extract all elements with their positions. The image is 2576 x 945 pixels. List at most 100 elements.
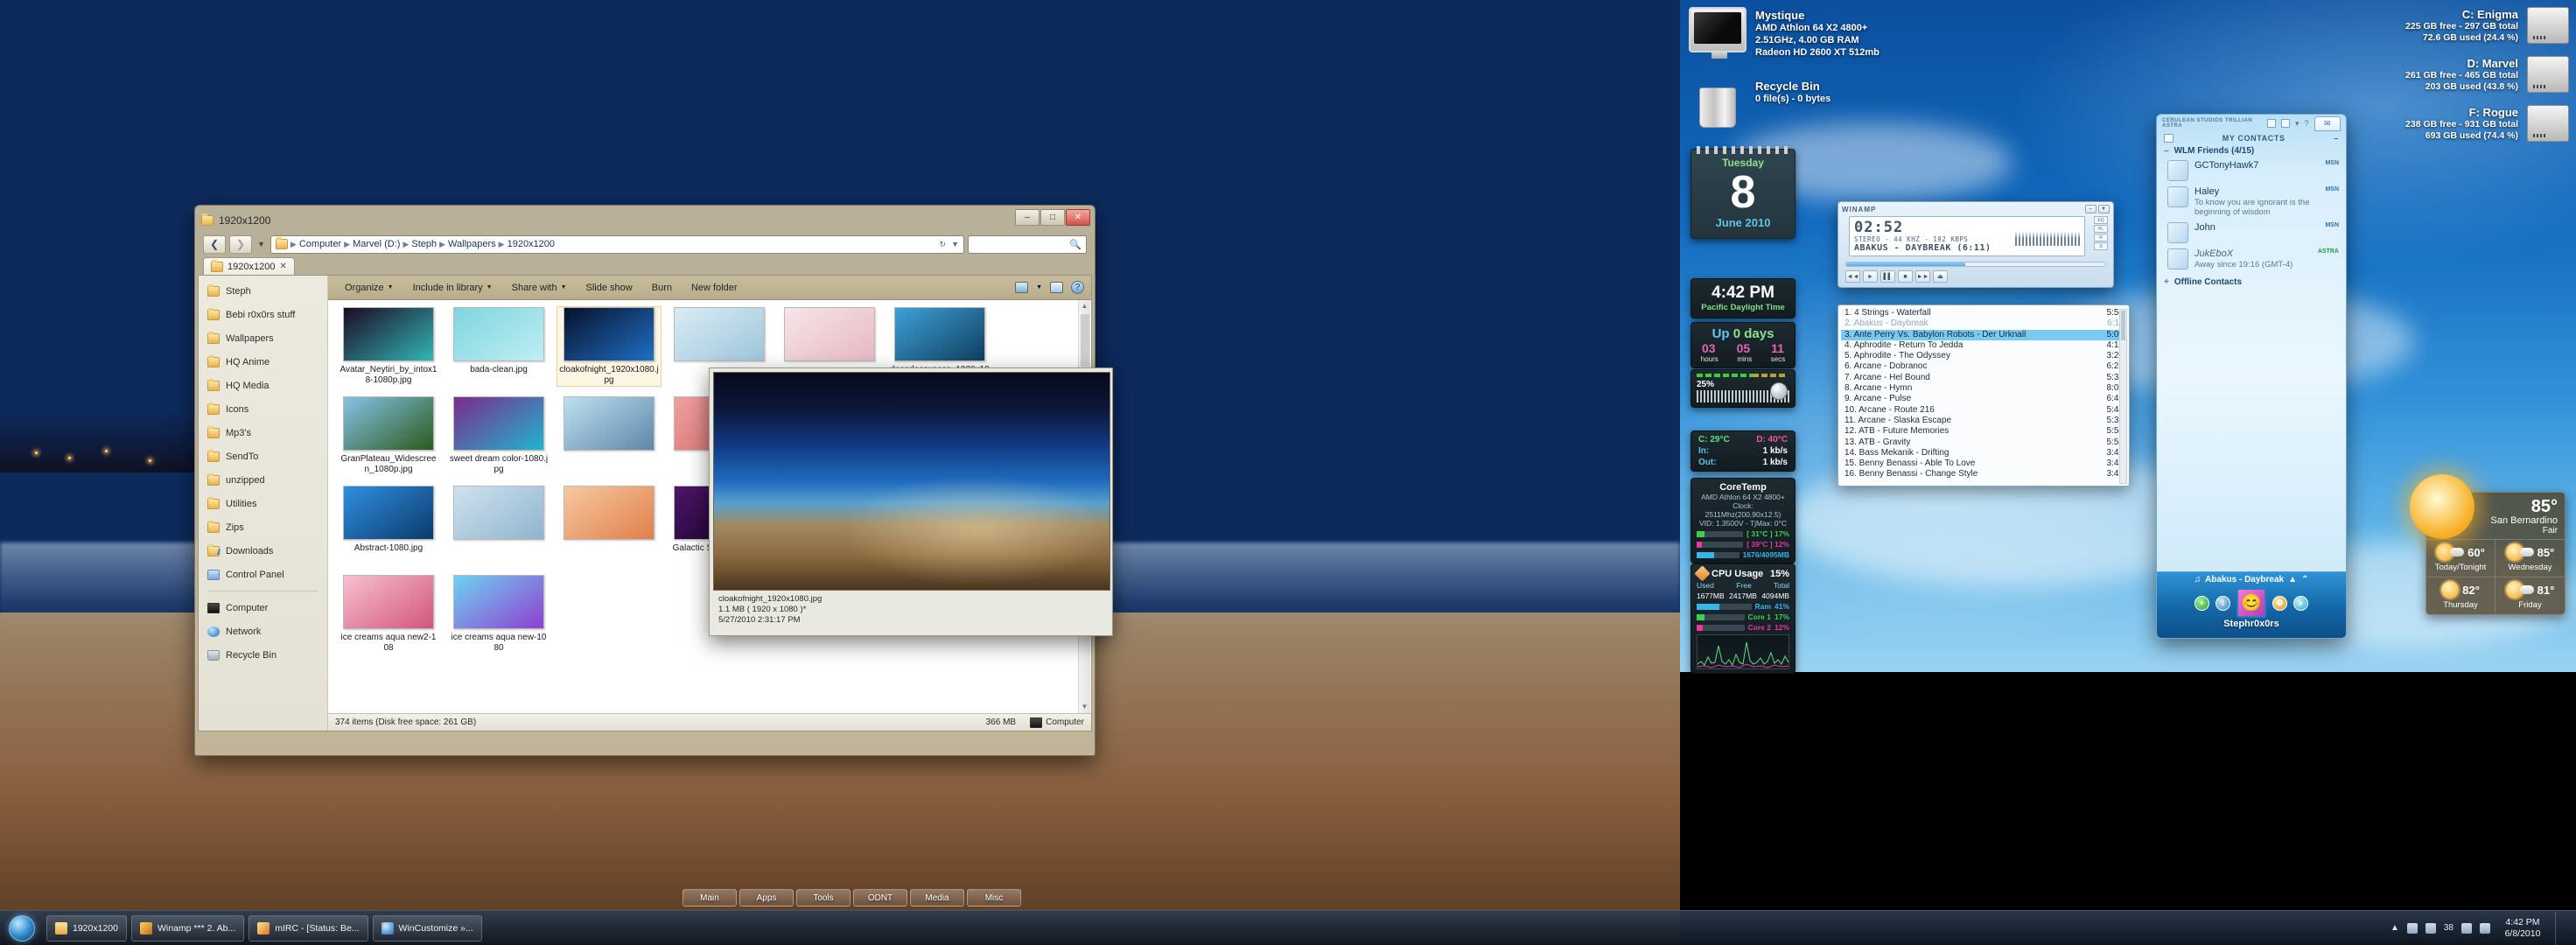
sidebar-item-utilities[interactable]: Utilities [199,492,327,515]
winamp-playlist-window[interactable]: 1. 4 Strings - Waterfall 5:58 2. Abakus - … [1838,304,2130,486]
maximize-button[interactable]: □ [1040,209,1065,226]
taskbar-task[interactable]: mIRC - [Status: Be... [248,914,368,942]
playlist-scrollbar[interactable] [2119,309,2127,484]
sidebar-item-computer[interactable]: Computer [199,596,327,620]
winamp-repeat-button[interactable]: R [2094,234,2108,242]
breadcrumb-item-3[interactable]: Wallpapers [448,239,496,249]
trillian-toolbar[interactable]: CERULEAN STUDIOS TRILLIAN ASTRA ▾ ? ✉ [2157,115,2346,132]
taskbar-task-list[interactable]: 1920x1200 Winamp *** 2. Ab... mIRC - [Stat… [42,914,482,942]
dock-button-main[interactable]: Main [682,889,737,906]
trillian-messenger-window[interactable]: CERULEAN STUDIOS TRILLIAN ASTRA ▾ ? ✉ MY… [2156,114,2347,639]
dock-button-media[interactable]: Media [910,889,964,906]
file-thumbnail[interactable] [453,575,544,629]
winamp-pause-button[interactable]: ▌▌ [1880,270,1895,283]
toolbar-new-folder-button[interactable]: New folder [682,276,747,300]
avatar[interactable]: 😊 [2236,588,2266,618]
dock-button-apps[interactable]: Apps [739,889,794,906]
dock-button-misc[interactable]: Misc [967,889,1021,906]
scroll-up-icon[interactable]: ▲ [1079,300,1090,312]
scroll-down-icon[interactable]: ▼ [1079,701,1090,713]
playlist-row[interactable]: 12. ATB - Future Memories 5:58 [1841,426,2127,437]
desktop-dock[interactable]: Main Apps Tools ODNT Media Misc [682,889,1021,906]
winamp-transport-controls[interactable]: ◄◄ ► ▌▌ ■ ►► ⏏ [1838,269,2113,287]
file-thumbnail[interactable] [564,396,654,451]
grid-view-icon[interactable] [2281,119,2291,128]
toolbar-share-with-button[interactable]: Share with ▼ [502,276,577,300]
show-hidden-icons-chevron-up-icon[interactable]: ▲ [2390,923,2399,933]
file-thumbnail[interactable] [453,486,544,540]
contact-group-offline[interactable]: + Offline Contacts [2157,276,2346,289]
winamp-side-buttons[interactable]: EQ PL R S [2094,216,2108,256]
sidebar-item-wallpapers[interactable]: Wallpapers [199,326,327,350]
refresh-icon[interactable]: ↻ [940,240,947,249]
playlist-row[interactable]: 2. Abakus - Daybreak 6:11 [1841,318,2127,329]
winamp-player-window[interactable]: WINAMP – ▼ 02:52 STEREO - 44 KHZ - 192 K… [1838,201,2114,288]
avatar[interactable] [2167,160,2188,181]
show-desktop-button[interactable] [2555,911,2567,945]
start-button[interactable] [2,913,42,944]
contact-john[interactable]: John MSN [2157,220,2346,246]
file-tile[interactable]: GranPlateau_Widescreen_1080p.jpg [337,396,440,475]
winamp-titlebar[interactable]: WINAMP – ▼ [1838,202,2113,216]
sidebar-item-bebi-r0x0rs-stuff[interactable]: Bebi r0x0rs stuff [199,303,327,326]
sidebar-item-network[interactable]: Network [199,620,327,643]
file-tile[interactable]: cloakofnight_1920x1080.jpg [556,306,662,387]
avatar[interactable] [2167,222,2188,243]
file-tile[interactable]: Abstract-1080.jpg [337,486,440,564]
explorer-sidebar[interactable]: Steph Bebi r0x0rs stuff Wallpapers HQ Anime… [199,276,328,731]
breadcrumb-item-1[interactable]: Marvel (D:) [353,239,400,249]
sidebar-item-sendto[interactable]: SendTo [199,444,327,468]
volume-icon[interactable] [2425,922,2436,934]
taskbar-clock[interactable]: 4:42 PM 6/8/2010 [2498,917,2547,940]
chevron-down-icon[interactable]: ▾ [2295,119,2300,129]
sidebar-item-zips[interactable]: Zips [199,515,327,539]
speaker-icon[interactable] [1770,382,1788,400]
explorer-tab-row[interactable]: 1920x1200 ✕ [198,256,1092,275]
winamp-stop-button[interactable]: ■ [1898,270,1913,283]
winamp-visualizer[interactable] [2015,227,2080,246]
file-thumbnail[interactable] [894,307,985,361]
recycle-bin-icon[interactable] [1699,88,1736,128]
file-tile[interactable]: ice creams aqua new-1080 [447,575,550,654]
preview-pane-icon[interactable] [1050,282,1063,293]
playlist-row[interactable]: 13. ATB - Gravity 5:58 [1841,438,2127,448]
double-chevron-up-icon[interactable]: ⌃ [2301,575,2308,584]
winamp-playlist-button[interactable]: PL [2094,225,2108,233]
chevron-down-icon[interactable]: ▼ [486,284,493,290]
sidebar-item-control-panel[interactable]: Control Panel [199,563,327,586]
playlist-row[interactable]: 6. Arcane - Dobranoc 6:28 [1841,361,2127,372]
trillian-account-bar[interactable]: ♫ Abakus - Daybreak ▲ ⌃ + i 😊 ⚙ ⌕ Stephr… [2157,571,2346,638]
contact-haley[interactable]: Haley To know you are ignorant is the beg… [2157,184,2346,220]
sidebar-item-downloads[interactable]: ⬇ Downloads [199,539,327,563]
explorer-titlebar[interactable]: 1920x1200 – □ ✕ [198,208,1092,233]
recent-locations-chevron-down-icon[interactable]: ▼ [256,240,267,248]
taskbar-task[interactable]: Winamp *** 2. Ab... [130,914,245,942]
playlist-row[interactable]: 10. Arcane - Route 216 5:44 [1841,405,2127,416]
winamp-seek-slider[interactable] [1845,262,2106,267]
winamp-eq-button[interactable]: EQ [2094,216,2108,224]
sidebar-item-recycle-bin[interactable]: Recycle Bin [199,643,327,667]
forward-arrow-icon[interactable]: ❯ [229,234,252,254]
file-thumbnail[interactable] [343,486,434,540]
help-icon[interactable]: ? [1071,281,1084,294]
explorer-toolbar[interactable]: Organize ▼ Include in library ▼ Share with ▼ S… [328,276,1091,300]
dock-button-tools[interactable]: Tools [796,889,850,906]
file-tile[interactable]: ice creams aqua new2-108 [337,575,440,654]
taskbar[interactable]: 1920x1200 Winamp *** 2. Ab... mIRC - [Stat… [0,910,2576,945]
playlist-row[interactable]: 16. Benny Benassi - Change Style 3:47 [1841,469,2127,480]
file-thumbnail[interactable] [564,486,654,540]
minimize-button[interactable]: – [1015,209,1040,226]
avatar[interactable] [2167,186,2188,207]
playlist-row[interactable]: 7. Arcane - Hel Bound 5:36 [1841,373,2127,383]
file-thumbnail[interactable] [564,307,654,361]
breadcrumb-item-4[interactable]: 1920x1200 [508,239,555,249]
playlist-row[interactable]: 14. Bass Mekanik - Drifting 3:45 [1841,448,2127,458]
new-message-icon[interactable] [2267,119,2277,128]
winamp-play-button[interactable]: ► [1863,270,1878,283]
playlist-row[interactable]: 3. Ante Perry Vs. Babylon Robots - Der U… [1841,329,2127,340]
file-thumbnail[interactable] [343,396,434,451]
chevron-down-icon[interactable]: ▼ [561,284,567,290]
playlist-row[interactable]: 15. Benny Benassi - Able To Love 3:47 [1841,458,2127,469]
system-tray[interactable]: ▲ 38 4:42 PM 6/8/2010 [2390,911,2576,945]
inbox-icon[interactable]: ✉ [2314,116,2341,131]
